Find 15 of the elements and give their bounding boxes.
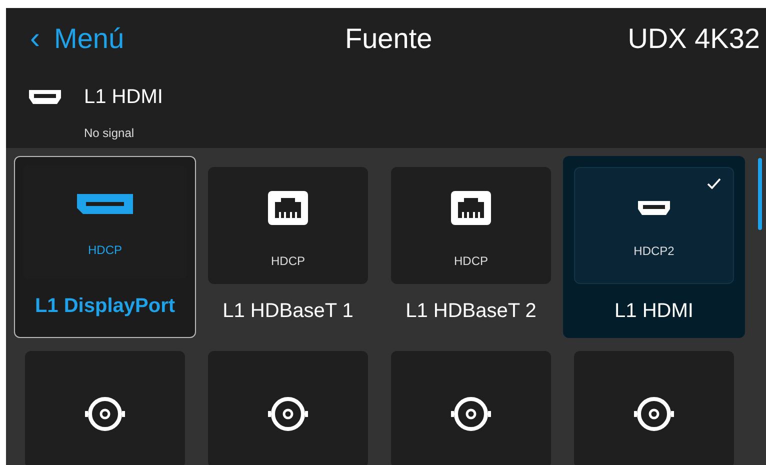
hdcp-label: HDCP <box>270 252 305 270</box>
current-source-name: L1 HDMI <box>84 85 163 110</box>
source-tile[interactable]: HDCP2 L1 HDMI <box>563 156 745 338</box>
signal-status: No signal <box>84 125 136 142</box>
source-label: L1 DisplayPort <box>34 294 176 319</box>
page-title: Fuente <box>345 22 432 56</box>
source-label: L1 HDBaseT 1 <box>222 299 354 324</box>
source-label: L1 HDBaseT 2 <box>406 299 536 324</box>
hdcp-label: HDCP2 <box>634 242 674 260</box>
back-button[interactable]: ‹ Menú <box>30 18 124 60</box>
hdcp-label: HDCP <box>454 252 488 270</box>
source-tile[interactable]: HDCP L1 DisplayPort <box>14 156 196 338</box>
device-name: UDX 4K32 <box>628 22 760 56</box>
hdcp-label: HDCP <box>88 242 122 259</box>
source-label: L1 HDMI <box>614 299 694 324</box>
